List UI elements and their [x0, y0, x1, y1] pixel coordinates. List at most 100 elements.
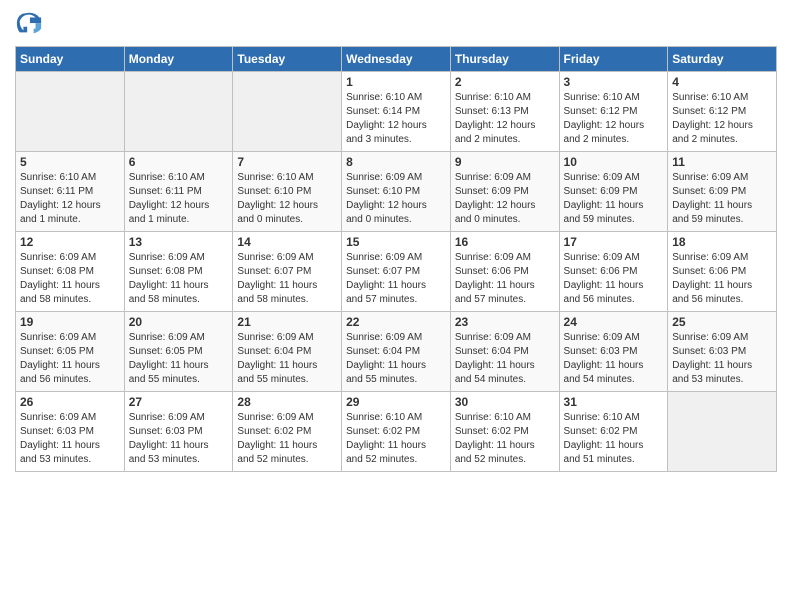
day-number: 15: [346, 235, 446, 249]
day-number: 1: [346, 75, 446, 89]
day-number: 12: [20, 235, 120, 249]
day-number: 3: [564, 75, 664, 89]
day-info: Sunrise: 6:10 AM Sunset: 6:11 PM Dayligh…: [20, 171, 120, 227]
day-info: Sunrise: 6:09 AM Sunset: 6:05 PM Dayligh…: [20, 331, 120, 387]
day-number: 30: [455, 395, 555, 409]
day-number: 27: [129, 395, 229, 409]
day-cell: 20 Sunrise: 6:09 AM Sunset: 6:05 PM Dayli…: [124, 312, 233, 392]
day-info: Sunrise: 6:10 AM Sunset: 6:02 PM Dayligh…: [346, 411, 446, 467]
day-cell: 29 Sunrise: 6:10 AM Sunset: 6:02 PM Dayli…: [342, 392, 451, 472]
day-number: 9: [455, 155, 555, 169]
day-info: Sunrise: 6:09 AM Sunset: 6:06 PM Dayligh…: [455, 251, 555, 307]
page-container: Sunday Monday Tuesday Wednesday Thursday…: [0, 0, 792, 612]
day-info: Sunrise: 6:10 AM Sunset: 6:02 PM Dayligh…: [564, 411, 664, 467]
day-number: 29: [346, 395, 446, 409]
day-info: Sunrise: 6:09 AM Sunset: 6:06 PM Dayligh…: [672, 251, 772, 307]
day-number: 21: [237, 315, 337, 329]
day-cell: [233, 72, 342, 152]
day-cell: 5Sunrise: 6:10 AM Sunset: 6:11 PM Daylig…: [16, 152, 125, 232]
day-info: Sunrise: 6:09 AM Sunset: 6:03 PM Dayligh…: [564, 331, 664, 387]
day-number: 16: [455, 235, 555, 249]
col-thursday: Thursday: [450, 47, 559, 72]
calendar-body: 1 Sunrise: 6:10 AM Sunset: 6:14 PM Daylig…: [16, 72, 777, 472]
day-number: 10: [564, 155, 664, 169]
day-info: Sunrise: 6:09 AM Sunset: 6:06 PM Dayligh…: [564, 251, 664, 307]
day-number: 31: [564, 395, 664, 409]
day-info: Sunrise: 6:09 AM Sunset: 6:07 PM Dayligh…: [237, 251, 337, 307]
day-info: Sunrise: 6:10 AM Sunset: 6:10 PM Dayligh…: [237, 171, 337, 227]
day-cell: 9 Sunrise: 6:09 AM Sunset: 6:09 PM Daylig…: [450, 152, 559, 232]
day-number: 13: [129, 235, 229, 249]
day-info: Sunrise: 6:09 AM Sunset: 6:04 PM Dayligh…: [237, 331, 337, 387]
day-cell: 27 Sunrise: 6:09 AM Sunset: 6:03 PM Dayli…: [124, 392, 233, 472]
day-cell: 13 Sunrise: 6:09 AM Sunset: 6:08 PM Dayli…: [124, 232, 233, 312]
day-cell: 16 Sunrise: 6:09 AM Sunset: 6:06 PM Dayli…: [450, 232, 559, 312]
day-info: Sunrise: 6:09 AM Sunset: 6:04 PM Dayligh…: [346, 331, 446, 387]
day-info: Sunrise: 6:10 AM Sunset: 6:14 PM Dayligh…: [346, 91, 446, 147]
day-number: 20: [129, 315, 229, 329]
day-cell: 18 Sunrise: 6:09 AM Sunset: 6:06 PM Dayli…: [668, 232, 777, 312]
week-row-1: 1 Sunrise: 6:10 AM Sunset: 6:14 PM Daylig…: [16, 72, 777, 152]
day-number: 8: [346, 155, 446, 169]
day-cell: 4Sunrise: 6:10 AM Sunset: 6:12 PM Daylig…: [668, 72, 777, 152]
week-row-2: 5Sunrise: 6:10 AM Sunset: 6:11 PM Daylig…: [16, 152, 777, 232]
day-cell: 8Sunrise: 6:09 AM Sunset: 6:10 PM Daylig…: [342, 152, 451, 232]
logo-icon: [15, 10, 43, 38]
header: [15, 10, 777, 38]
day-cell: 30 Sunrise: 6:10 AM Sunset: 6:02 PM Dayli…: [450, 392, 559, 472]
day-info: Sunrise: 6:09 AM Sunset: 6:09 PM Dayligh…: [564, 171, 664, 227]
col-saturday: Saturday: [668, 47, 777, 72]
day-info: Sunrise: 6:10 AM Sunset: 6:02 PM Dayligh…: [455, 411, 555, 467]
day-info: Sunrise: 6:09 AM Sunset: 6:03 PM Dayligh…: [672, 331, 772, 387]
col-sunday: Sunday: [16, 47, 125, 72]
calendar-table: Sunday Monday Tuesday Wednesday Thursday…: [15, 46, 777, 472]
col-monday: Monday: [124, 47, 233, 72]
day-cell: 28 Sunrise: 6:09 AM Sunset: 6:02 PM Dayli…: [233, 392, 342, 472]
week-row-3: 12 Sunrise: 6:09 AM Sunset: 6:08 PM Dayli…: [16, 232, 777, 312]
day-info: Sunrise: 6:09 AM Sunset: 6:09 PM Dayligh…: [455, 171, 555, 227]
day-info: Sunrise: 6:09 AM Sunset: 6:03 PM Dayligh…: [129, 411, 229, 467]
day-cell: 6Sunrise: 6:10 AM Sunset: 6:11 PM Daylig…: [124, 152, 233, 232]
day-number: 6: [129, 155, 229, 169]
day-cell: 3 Sunrise: 6:10 AM Sunset: 6:12 PM Daylig…: [559, 72, 668, 152]
day-cell: 19 Sunrise: 6:09 AM Sunset: 6:05 PM Dayli…: [16, 312, 125, 392]
day-number: 4: [672, 75, 772, 89]
day-number: 24: [564, 315, 664, 329]
day-number: 19: [20, 315, 120, 329]
day-info: Sunrise: 6:09 AM Sunset: 6:09 PM Dayligh…: [672, 171, 772, 227]
day-number: 23: [455, 315, 555, 329]
week-row-5: 26 Sunrise: 6:09 AM Sunset: 6:03 PM Dayli…: [16, 392, 777, 472]
day-number: 22: [346, 315, 446, 329]
day-number: 11: [672, 155, 772, 169]
week-row-4: 19 Sunrise: 6:09 AM Sunset: 6:05 PM Dayli…: [16, 312, 777, 392]
day-number: 28: [237, 395, 337, 409]
col-wednesday: Wednesday: [342, 47, 451, 72]
calendar-header: Sunday Monday Tuesday Wednesday Thursday…: [16, 47, 777, 72]
day-cell: 15 Sunrise: 6:09 AM Sunset: 6:07 PM Dayli…: [342, 232, 451, 312]
day-info: Sunrise: 6:10 AM Sunset: 6:13 PM Dayligh…: [455, 91, 555, 147]
day-cell: [124, 72, 233, 152]
day-number: 18: [672, 235, 772, 249]
weekday-row: Sunday Monday Tuesday Wednesday Thursday…: [16, 47, 777, 72]
day-cell: 14 Sunrise: 6:09 AM Sunset: 6:07 PM Dayli…: [233, 232, 342, 312]
day-number: 14: [237, 235, 337, 249]
day-number: 2: [455, 75, 555, 89]
day-info: Sunrise: 6:09 AM Sunset: 6:02 PM Dayligh…: [237, 411, 337, 467]
day-cell: 25Sunrise: 6:09 AM Sunset: 6:03 PM Dayli…: [668, 312, 777, 392]
day-info: Sunrise: 6:09 AM Sunset: 6:05 PM Dayligh…: [129, 331, 229, 387]
day-cell: 26Sunrise: 6:09 AM Sunset: 6:03 PM Dayli…: [16, 392, 125, 472]
day-info: Sunrise: 6:09 AM Sunset: 6:07 PM Dayligh…: [346, 251, 446, 307]
day-cell: 1 Sunrise: 6:10 AM Sunset: 6:14 PM Daylig…: [342, 72, 451, 152]
day-info: Sunrise: 6:10 AM Sunset: 6:12 PM Dayligh…: [564, 91, 664, 147]
day-info: Sunrise: 6:09 AM Sunset: 6:04 PM Dayligh…: [455, 331, 555, 387]
day-cell: 12Sunrise: 6:09 AM Sunset: 6:08 PM Dayli…: [16, 232, 125, 312]
col-friday: Friday: [559, 47, 668, 72]
day-cell: 23 Sunrise: 6:09 AM Sunset: 6:04 PM Dayli…: [450, 312, 559, 392]
day-cell: 21 Sunrise: 6:09 AM Sunset: 6:04 PM Dayli…: [233, 312, 342, 392]
day-info: Sunrise: 6:09 AM Sunset: 6:08 PM Dayligh…: [129, 251, 229, 307]
day-cell: 31 Sunrise: 6:10 AM Sunset: 6:02 PM Dayli…: [559, 392, 668, 472]
day-cell: 2 Sunrise: 6:10 AM Sunset: 6:13 PM Daylig…: [450, 72, 559, 152]
day-number: 7: [237, 155, 337, 169]
day-number: 26: [20, 395, 120, 409]
col-tuesday: Tuesday: [233, 47, 342, 72]
